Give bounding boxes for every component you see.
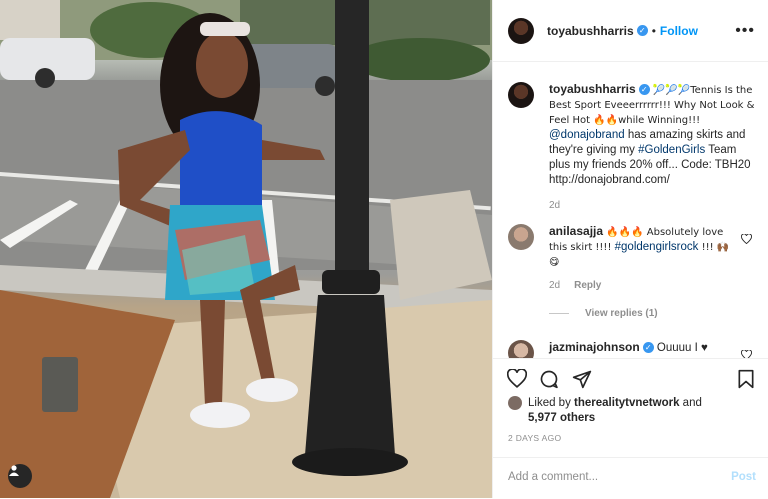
like-comment-heart-icon[interactable] [741,350,752,358]
comment-meta: 2d Reply [549,280,758,291]
like-comment-heart-icon[interactable] [741,234,752,244]
hashtag-link[interactable]: #GoldenGirls [638,144,705,156]
header-separator: • [651,23,656,38]
header-username[interactable]: toyabushharris [547,24,634,38]
add-comment-bar: Add a comment... Post [493,457,768,499]
caption: toyabushharris ✓ 🎾🎾🎾Tennis Is the Best Sp… [508,82,758,211]
replies-divider [549,312,569,314]
like-heart-icon[interactable] [507,369,527,388]
caption-text: toyabushharris ✓ 🎾🎾🎾Tennis Is the Best Sp… [549,82,758,188]
avatar[interactable] [508,17,534,44]
avatar[interactable] [508,82,534,108]
liked-by-suffix: and [679,397,702,410]
more-options-icon[interactable]: ••• [735,22,755,40]
comment-username[interactable]: jazminajohnson [549,340,640,354]
post-header: toyabushharris ✓ • Follow ••• [493,0,768,62]
liked-by-prefix: Liked by [528,397,575,410]
liked-by-user[interactable]: therealitytvnetwork [574,397,679,409]
caption-timestamp[interactable]: 2d [549,200,560,211]
comments-list[interactable]: toyabushharris ✓ 🎾🎾🎾Tennis Is the Best Sp… [493,62,768,358]
post-comment-button[interactable]: Post [731,471,756,483]
likes-count-button[interactable]: 5,977 others [528,412,595,424]
caption-username[interactable]: toyabushharris [549,82,636,96]
mention-link[interactable]: @donajobrand [549,129,625,141]
post-side-panel: toyabushharris ✓ • Follow ••• toyabushha… [492,0,768,498]
avatar[interactable] [508,224,534,250]
liked-by-text: Liked by therealitytvnetwork and 5,977 o… [508,396,702,426]
user-silhouette-icon [9,465,19,476]
verified-badge-icon: ✓ [638,84,650,96]
view-replies-button[interactable]: View replies (1) [549,308,658,319]
comment-text: jazminajohnson ✓ Ouuuu I ♥ [549,340,758,356]
save-bookmark-icon[interactable] [737,369,755,389]
verified-badge-icon: ✓ [642,342,654,354]
share-paper-plane-icon[interactable] [572,369,592,389]
post-date[interactable]: 2 DAYS AGO [508,433,561,443]
comment-text: anilasajja 🔥🔥🔥 Absolutely love this skir… [549,224,736,270]
comment-input[interactable]: Add a comment... [508,471,598,483]
tagged-user-icon[interactable] [8,464,32,488]
avatar[interactable] [508,340,534,358]
caption-time: 2d [549,200,758,211]
post-actions: Liked by therealitytvnetwork and 5,977 o… [493,358,768,499]
follow-button[interactable]: Follow [660,24,698,38]
comment-timestamp[interactable]: 2d [549,280,560,291]
hashtag-link[interactable]: #goldengirlsrock [615,241,699,253]
comment-username[interactable]: anilasajja [549,224,603,238]
reply-button[interactable]: Reply [574,280,601,291]
verified-badge-icon: ✓ [636,25,648,36]
view-replies-label: View replies (1) [585,308,658,319]
comment-item: anilasajja 🔥🔥🔥 Absolutely love this skir… [508,224,758,291]
comment-text-part: Ouuuu I ♥ [656,342,708,354]
post-photo[interactable] [0,0,492,498]
comment-item: jazminajohnson ✓ Ouuuu I ♥ [508,340,758,358]
comment-bubble-icon[interactable] [539,369,559,389]
photo-scene [0,0,492,498]
liker-avatar[interactable] [508,396,522,410]
